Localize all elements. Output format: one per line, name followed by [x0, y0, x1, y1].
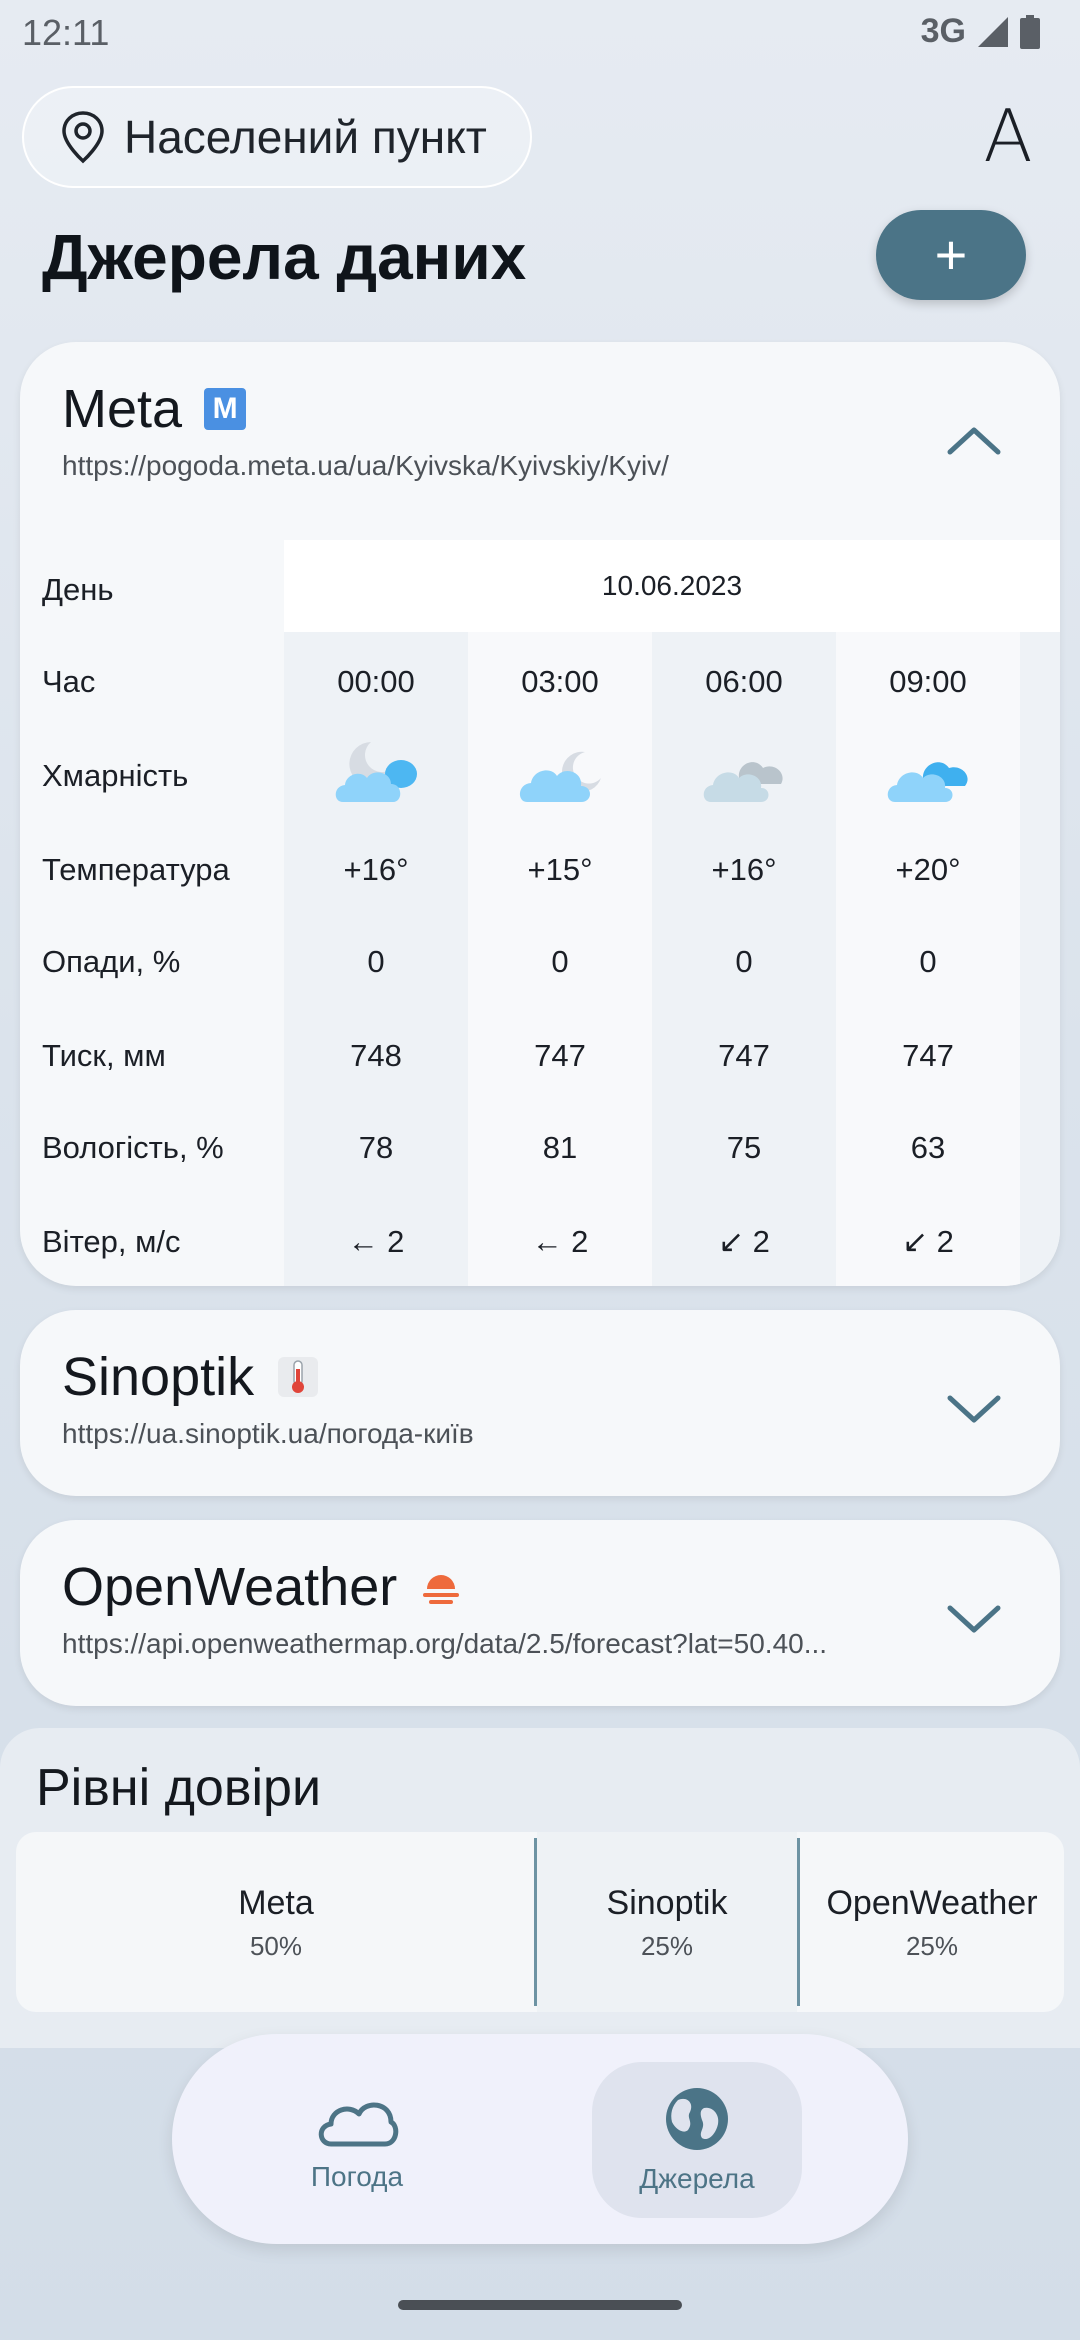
status-icons: 3G: [921, 12, 1040, 51]
font-size-icon[interactable]: A: [976, 100, 1040, 172]
source-card-header[interactable]: Meta M https://pogoda.meta.ua/ua/Kyivska…: [62, 378, 940, 482]
trust-percent: 50%: [249, 1931, 303, 1961]
page-title: Джерела даних: [42, 221, 527, 293]
forecast-wind: ← 2: [347, 1224, 405, 1259]
source-card-header[interactable]: OpenWeather https://api.openweathermap.o…: [62, 1556, 940, 1660]
trust-source-name: OpenWeather: [826, 1884, 1038, 1922]
trust-percent: 25%: [905, 1931, 959, 1961]
gesture-handle[interactable]: [398, 2300, 682, 2310]
source-url: https://pogoda.meta.ua/ua/Kyivska/Kyivsk…: [62, 450, 669, 481]
globe-icon: [666, 2088, 728, 2150]
forecast-humidity: 78: [358, 1130, 394, 1165]
source-name: OpenWeather: [62, 1557, 398, 1617]
nav-item-sources[interactable]: Джерела: [592, 2062, 802, 2218]
row-label-precip: Опади, %: [42, 944, 181, 979]
trust-segment-sinoptik[interactable]: Sinoptik 25%: [537, 1832, 797, 2012]
trust-title: Рівні довіри: [36, 1759, 321, 1817]
status-bar: 12:11 3G: [0, 0, 1080, 64]
forecast-precip: 0: [551, 944, 569, 979]
forecast-time: 00:00: [337, 664, 415, 699]
sunset-icon: [423, 1575, 460, 1604]
forecast-precip: 0: [367, 944, 385, 979]
chevron-up-icon[interactable]: [944, 420, 1004, 460]
cloud-icon: [887, 762, 968, 802]
trust-segment-meta[interactable]: Meta 50%: [16, 1832, 536, 2012]
row-label-time: Час: [42, 664, 96, 699]
forecast-wind: ← 2: [531, 1224, 589, 1259]
forecast-humidity: 75: [726, 1130, 762, 1165]
row-label-day: День: [42, 572, 114, 607]
forecast-pressure: 747: [534, 1038, 586, 1073]
source-url: https://ua.sinoptik.ua/погода-київ: [62, 1418, 474, 1449]
cloud-moon-icon: [335, 742, 417, 802]
nav-label: Погода: [310, 2161, 404, 2192]
battery-icon: [1020, 14, 1040, 49]
forecast-column-edge: [1020, 632, 1060, 1286]
bottom-nav: Погода Джерела: [172, 2034, 908, 2244]
forecast-temp: +15°: [527, 852, 593, 887]
trust-slider[interactable]: Meta 50% Sinoptik 25% OpenWeather 25%: [16, 1832, 1064, 2012]
nav-label: Джерела: [639, 2163, 755, 2194]
add-source-button[interactable]: +: [876, 210, 1026, 300]
source-name: Sinoptik: [62, 1347, 255, 1407]
source-url: https://api.openweathermap.org/data/2.5/…: [62, 1628, 828, 1659]
signal-icon: [978, 16, 1008, 47]
trust-source-name: Sinoptik: [606, 1884, 728, 1922]
forecast-pressure: 747: [902, 1038, 954, 1073]
row-label-cloudiness: Хмарність: [42, 758, 189, 793]
row-label-humidity: Вологість, %: [42, 1130, 224, 1165]
trust-percent: 25%: [640, 1931, 694, 1961]
trust-levels-panel: Рівні довіри Meta 50% Sinoptik 25% OpenW…: [0, 1728, 1080, 2048]
forecast-pressure: 748: [350, 1038, 402, 1073]
forecast-table: 10.06.2023 День Час Хмарність Температур…: [20, 532, 1060, 1286]
row-label-pressure: Тиск, мм: [42, 1038, 166, 1073]
forecast-temp: +16°: [343, 852, 409, 887]
forecast-temp: +16°: [711, 852, 777, 887]
network-type: 3G: [920, 12, 966, 50]
forecast-temp: +20°: [895, 852, 961, 887]
status-time: 12:11: [22, 12, 110, 53]
forecast-humidity: 81: [542, 1130, 578, 1165]
forecast-time: 06:00: [705, 664, 783, 699]
meta-logo-icon: M: [204, 388, 247, 430]
source-card-meta: Meta M https://pogoda.meta.ua/ua/Kyivska…: [20, 342, 1060, 1286]
trust-source-name: Meta: [238, 1884, 314, 1922]
location-input[interactable]: Населений пункт: [22, 86, 532, 188]
thermometer-icon: [278, 1357, 319, 1397]
forecast-humidity: 63: [910, 1130, 946, 1165]
cloud-icon: [318, 2102, 399, 2147]
source-card-header[interactable]: Sinoptik https://ua.sinoptik.ua/погода-к…: [62, 1346, 940, 1450]
row-label-wind: Вітер, м/с: [42, 1224, 181, 1259]
forecast-date: 10.06.2023: [284, 540, 1060, 632]
forecast-wind: ↙ 2: [718, 1224, 770, 1259]
source-name: Meta: [62, 379, 183, 439]
forecast-time: 09:00: [889, 664, 967, 699]
forecast-precip: 0: [735, 944, 753, 979]
chevron-down-icon[interactable]: [944, 1388, 1004, 1428]
location-placeholder: Населений пункт: [124, 111, 487, 163]
forecast-precip: 0: [919, 944, 937, 979]
moon-cloud-icon: [519, 751, 601, 802]
forecast-pressure: 747: [718, 1038, 770, 1073]
overcast-icon: [703, 762, 783, 802]
location-pin-icon: [62, 111, 104, 164]
chevron-down-icon[interactable]: [944, 1598, 1004, 1638]
forecast-time: 03:00: [521, 664, 599, 699]
trust-segment-openweather[interactable]: OpenWeather 25%: [800, 1832, 1064, 2012]
source-card-sinoptik[interactable]: Sinoptik https://ua.sinoptik.ua/погода-к…: [20, 1310, 1060, 1496]
nav-item-weather[interactable]: Погода: [252, 2062, 462, 2218]
forecast-wind: ↙ 2: [902, 1224, 954, 1259]
row-label-temperature: Температура: [42, 852, 230, 887]
source-card-openweather[interactable]: OpenWeather https://api.openweathermap.o…: [20, 1520, 1060, 1706]
